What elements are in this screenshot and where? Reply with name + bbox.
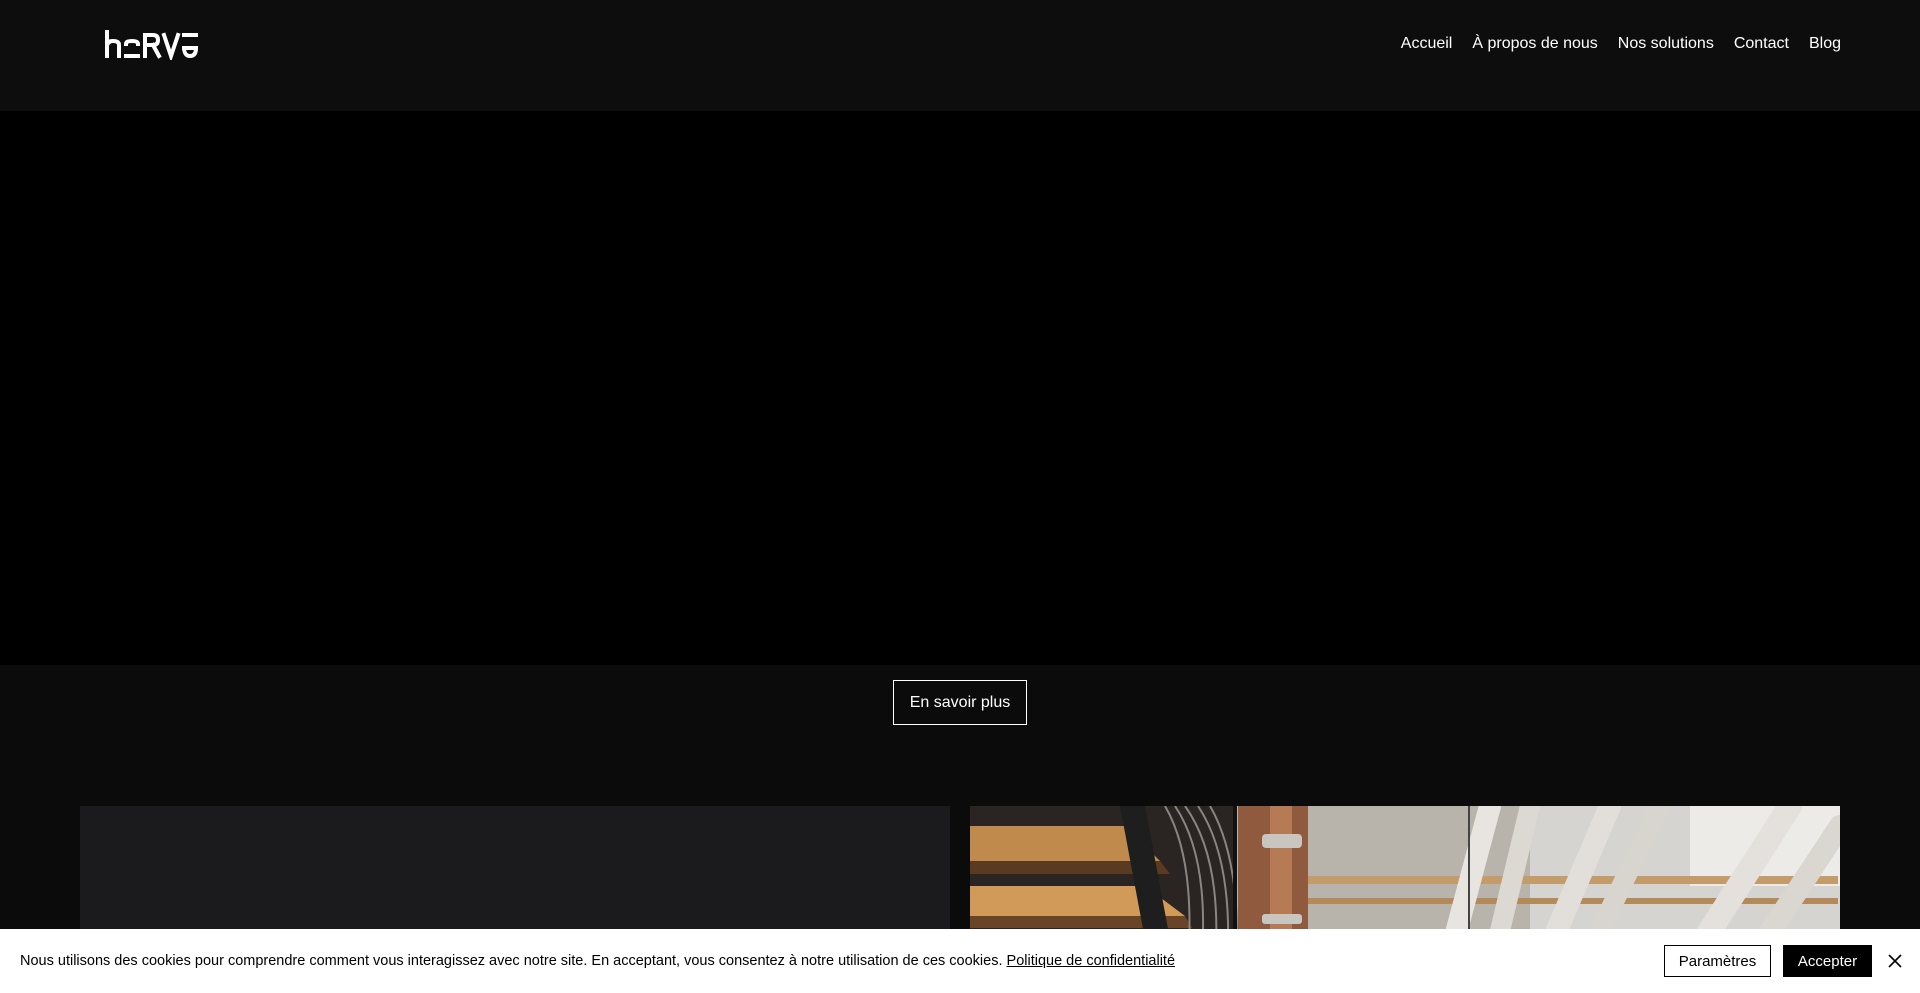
nav-item-contact[interactable]: Contact	[1734, 34, 1789, 54]
cookie-close-button[interactable]	[1885, 951, 1905, 971]
site-header: Accueil À propos de nous Nos solutions C…	[0, 0, 1920, 111]
cookie-accept-button[interactable]: Accepter	[1783, 945, 1872, 977]
cookie-banner: Nous utilisons des cookies pour comprend…	[0, 929, 1920, 993]
cookie-message-text: Nous utilisons des cookies pour comprend…	[20, 953, 1007, 969]
herve-logo-icon	[104, 30, 199, 63]
privacy-policy-link[interactable]: Politique de confidentialité	[1007, 953, 1175, 969]
nav-item-blog[interactable]: Blog	[1809, 34, 1841, 54]
close-icon	[1888, 954, 1902, 968]
nav-item-accueil[interactable]: Accueil	[1401, 34, 1453, 54]
main-nav: Accueil À propos de nous Nos solutions C…	[1401, 34, 1841, 54]
logo[interactable]	[104, 30, 212, 63]
hero-video	[0, 111, 1920, 665]
nav-item-a-propos[interactable]: À propos de nous	[1472, 34, 1597, 54]
cookie-settings-button[interactable]: Paramètres	[1664, 945, 1771, 977]
nav-item-solutions[interactable]: Nos solutions	[1618, 34, 1714, 54]
learn-more-button[interactable]: En savoir plus	[893, 680, 1027, 725]
cookie-message: Nous utilisons des cookies pour comprend…	[20, 929, 1175, 993]
